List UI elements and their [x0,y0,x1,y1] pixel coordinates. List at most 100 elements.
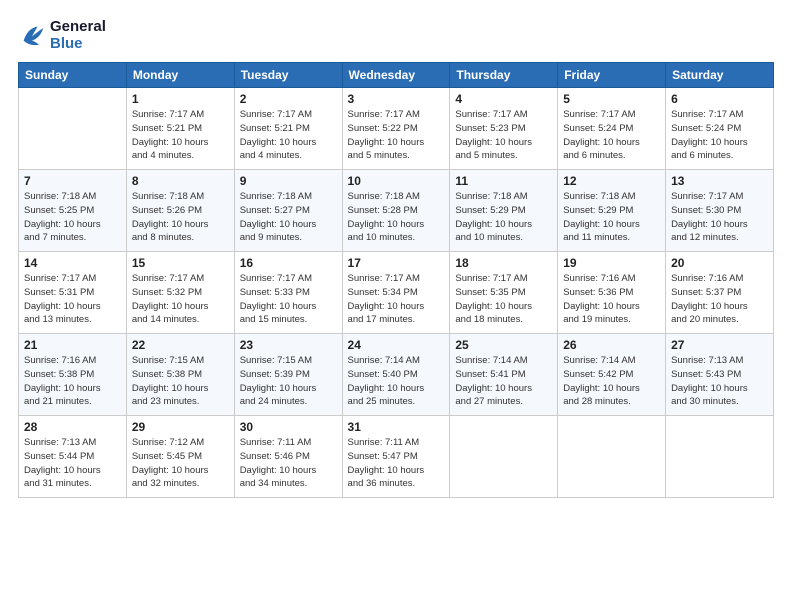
day-number: 7 [24,174,121,188]
header-day-sunday: Sunday [19,63,127,88]
day-info: Sunrise: 7:17 AMSunset: 5:21 PMDaylight:… [240,108,337,163]
day-number: 3 [348,92,445,106]
logo-text: General Blue [50,18,106,52]
calendar-cell: 8 Sunrise: 7:18 AMSunset: 5:26 PMDaylight… [126,170,234,252]
day-info: Sunrise: 7:16 AMSunset: 5:38 PMDaylight:… [24,354,121,409]
day-number: 25 [455,338,552,352]
logo-icon [18,21,46,49]
calendar-cell: 20 Sunrise: 7:16 AMSunset: 5:37 PMDayligh… [666,252,774,334]
calendar-cell: 21 Sunrise: 7:16 AMSunset: 5:38 PMDayligh… [19,334,127,416]
day-info: Sunrise: 7:17 AMSunset: 5:23 PMDaylight:… [455,108,552,163]
day-info: Sunrise: 7:17 AMSunset: 5:32 PMDaylight:… [132,272,229,327]
calendar-page: General Blue SundayMondayTuesdayWednesda… [0,0,792,612]
day-info: Sunrise: 7:17 AMSunset: 5:24 PMDaylight:… [671,108,768,163]
calendar-week-3: 14Sunrise: 7:17 AMSunset: 5:31 PMDayligh… [19,252,774,334]
day-number: 29 [132,420,229,434]
day-number: 12 [563,174,660,188]
calendar-cell: 5 Sunrise: 7:17 AMSunset: 5:24 PMDaylight… [558,88,666,170]
day-info: Sunrise: 7:17 AMSunset: 5:30 PMDaylight:… [671,190,768,245]
day-number: 30 [240,420,337,434]
day-number: 19 [563,256,660,270]
calendar-cell: 19 Sunrise: 7:16 AMSunset: 5:36 PMDayligh… [558,252,666,334]
calendar-cell [666,416,774,498]
day-number: 20 [671,256,768,270]
day-number: 17 [348,256,445,270]
header-day-monday: Monday [126,63,234,88]
calendar-cell [558,416,666,498]
header-day-saturday: Saturday [666,63,774,88]
calendar-cell: 23Sunrise: 7:15 AMSunset: 5:39 PMDayligh… [234,334,342,416]
calendar-cell: 4Sunrise: 7:17 AMSunset: 5:23 PMDaylight… [450,88,558,170]
day-number: 23 [240,338,337,352]
calendar-cell: 26 Sunrise: 7:14 AMSunset: 5:42 PMDayligh… [558,334,666,416]
calendar-week-1: 1 Sunrise: 7:17 AMSunset: 5:21 PMDaylight… [19,88,774,170]
day-info: Sunrise: 7:18 AMSunset: 5:28 PMDaylight:… [348,190,445,245]
day-number: 8 [132,174,229,188]
day-number: 21 [24,338,121,352]
day-info: Sunrise: 7:15 AMSunset: 5:38 PMDaylight:… [132,354,229,409]
day-number: 22 [132,338,229,352]
day-info: Sunrise: 7:18 AMSunset: 5:25 PMDaylight:… [24,190,121,245]
header-day-wednesday: Wednesday [342,63,450,88]
calendar-cell: 16Sunrise: 7:17 AMSunset: 5:33 PMDayligh… [234,252,342,334]
page-header: General Blue [18,18,774,52]
day-info: Sunrise: 7:18 AMSunset: 5:29 PMDaylight:… [455,190,552,245]
calendar-cell: 30 Sunrise: 7:11 AMSunset: 5:46 PMDayligh… [234,416,342,498]
calendar-cell: 22 Sunrise: 7:15 AMSunset: 5:38 PMDayligh… [126,334,234,416]
calendar-cell: 17 Sunrise: 7:17 AMSunset: 5:34 PMDayligh… [342,252,450,334]
day-number: 26 [563,338,660,352]
calendar-week-5: 28Sunrise: 7:13 AMSunset: 5:44 PMDayligh… [19,416,774,498]
calendar-cell: 6 Sunrise: 7:17 AMSunset: 5:24 PMDaylight… [666,88,774,170]
calendar-cell: 11 Sunrise: 7:18 AMSunset: 5:29 PMDayligh… [450,170,558,252]
day-info: Sunrise: 7:13 AMSunset: 5:44 PMDaylight:… [24,436,121,491]
day-info: Sunrise: 7:12 AMSunset: 5:45 PMDaylight:… [132,436,229,491]
day-info: Sunrise: 7:14 AMSunset: 5:40 PMDaylight:… [348,354,445,409]
day-number: 16 [240,256,337,270]
day-info: Sunrise: 7:18 AMSunset: 5:27 PMDaylight:… [240,190,337,245]
calendar-cell: 2 Sunrise: 7:17 AMSunset: 5:21 PMDaylight… [234,88,342,170]
calendar-header-row: SundayMondayTuesdayWednesdayThursdayFrid… [19,63,774,88]
calendar-cell: 18Sunrise: 7:17 AMSunset: 5:35 PMDayligh… [450,252,558,334]
day-info: Sunrise: 7:18 AMSunset: 5:26 PMDaylight:… [132,190,229,245]
calendar-cell: 1Sunrise: 7:17 AMSunset: 5:21 PMDaylight… [126,88,234,170]
day-number: 15 [132,256,229,270]
calendar-cell [450,416,558,498]
day-number: 13 [671,174,768,188]
day-number: 1 [132,92,229,106]
day-info: Sunrise: 7:16 AMSunset: 5:36 PMDaylight:… [563,272,660,327]
day-info: Sunrise: 7:18 AMSunset: 5:29 PMDaylight:… [563,190,660,245]
day-number: 9 [240,174,337,188]
day-info: Sunrise: 7:14 AMSunset: 5:42 PMDaylight:… [563,354,660,409]
calendar-table: SundayMondayTuesdayWednesdayThursdayFrid… [18,62,774,498]
day-info: Sunrise: 7:14 AMSunset: 5:41 PMDaylight:… [455,354,552,409]
calendar-week-2: 7 Sunrise: 7:18 AMSunset: 5:25 PMDaylight… [19,170,774,252]
day-number: 24 [348,338,445,352]
day-number: 5 [563,92,660,106]
calendar-cell: 3Sunrise: 7:17 AMSunset: 5:22 PMDaylight… [342,88,450,170]
day-info: Sunrise: 7:17 AMSunset: 5:24 PMDaylight:… [563,108,660,163]
day-number: 10 [348,174,445,188]
calendar-cell: 31Sunrise: 7:11 AMSunset: 5:47 PMDayligh… [342,416,450,498]
day-number: 27 [671,338,768,352]
calendar-cell: 12 Sunrise: 7:18 AMSunset: 5:29 PMDayligh… [558,170,666,252]
calendar-cell: 27Sunrise: 7:13 AMSunset: 5:43 PMDayligh… [666,334,774,416]
calendar-week-4: 21 Sunrise: 7:16 AMSunset: 5:38 PMDayligh… [19,334,774,416]
calendar-cell: 14Sunrise: 7:17 AMSunset: 5:31 PMDayligh… [19,252,127,334]
calendar-cell: 24 Sunrise: 7:14 AMSunset: 5:40 PMDayligh… [342,334,450,416]
day-info: Sunrise: 7:11 AMSunset: 5:46 PMDaylight:… [240,436,337,491]
day-info: Sunrise: 7:16 AMSunset: 5:37 PMDaylight:… [671,272,768,327]
header-day-tuesday: Tuesday [234,63,342,88]
day-number: 18 [455,256,552,270]
calendar-cell: 13 Sunrise: 7:17 AMSunset: 5:30 PMDayligh… [666,170,774,252]
calendar-cell: 7 Sunrise: 7:18 AMSunset: 5:25 PMDaylight… [19,170,127,252]
day-number: 2 [240,92,337,106]
calendar-cell [19,88,127,170]
day-number: 11 [455,174,552,188]
day-info: Sunrise: 7:17 AMSunset: 5:34 PMDaylight:… [348,272,445,327]
calendar-cell: 28Sunrise: 7:13 AMSunset: 5:44 PMDayligh… [19,416,127,498]
day-info: Sunrise: 7:17 AMSunset: 5:31 PMDaylight:… [24,272,121,327]
logo: General Blue [18,18,106,52]
calendar-cell: 25 Sunrise: 7:14 AMSunset: 5:41 PMDayligh… [450,334,558,416]
day-number: 31 [348,420,445,434]
day-number: 6 [671,92,768,106]
